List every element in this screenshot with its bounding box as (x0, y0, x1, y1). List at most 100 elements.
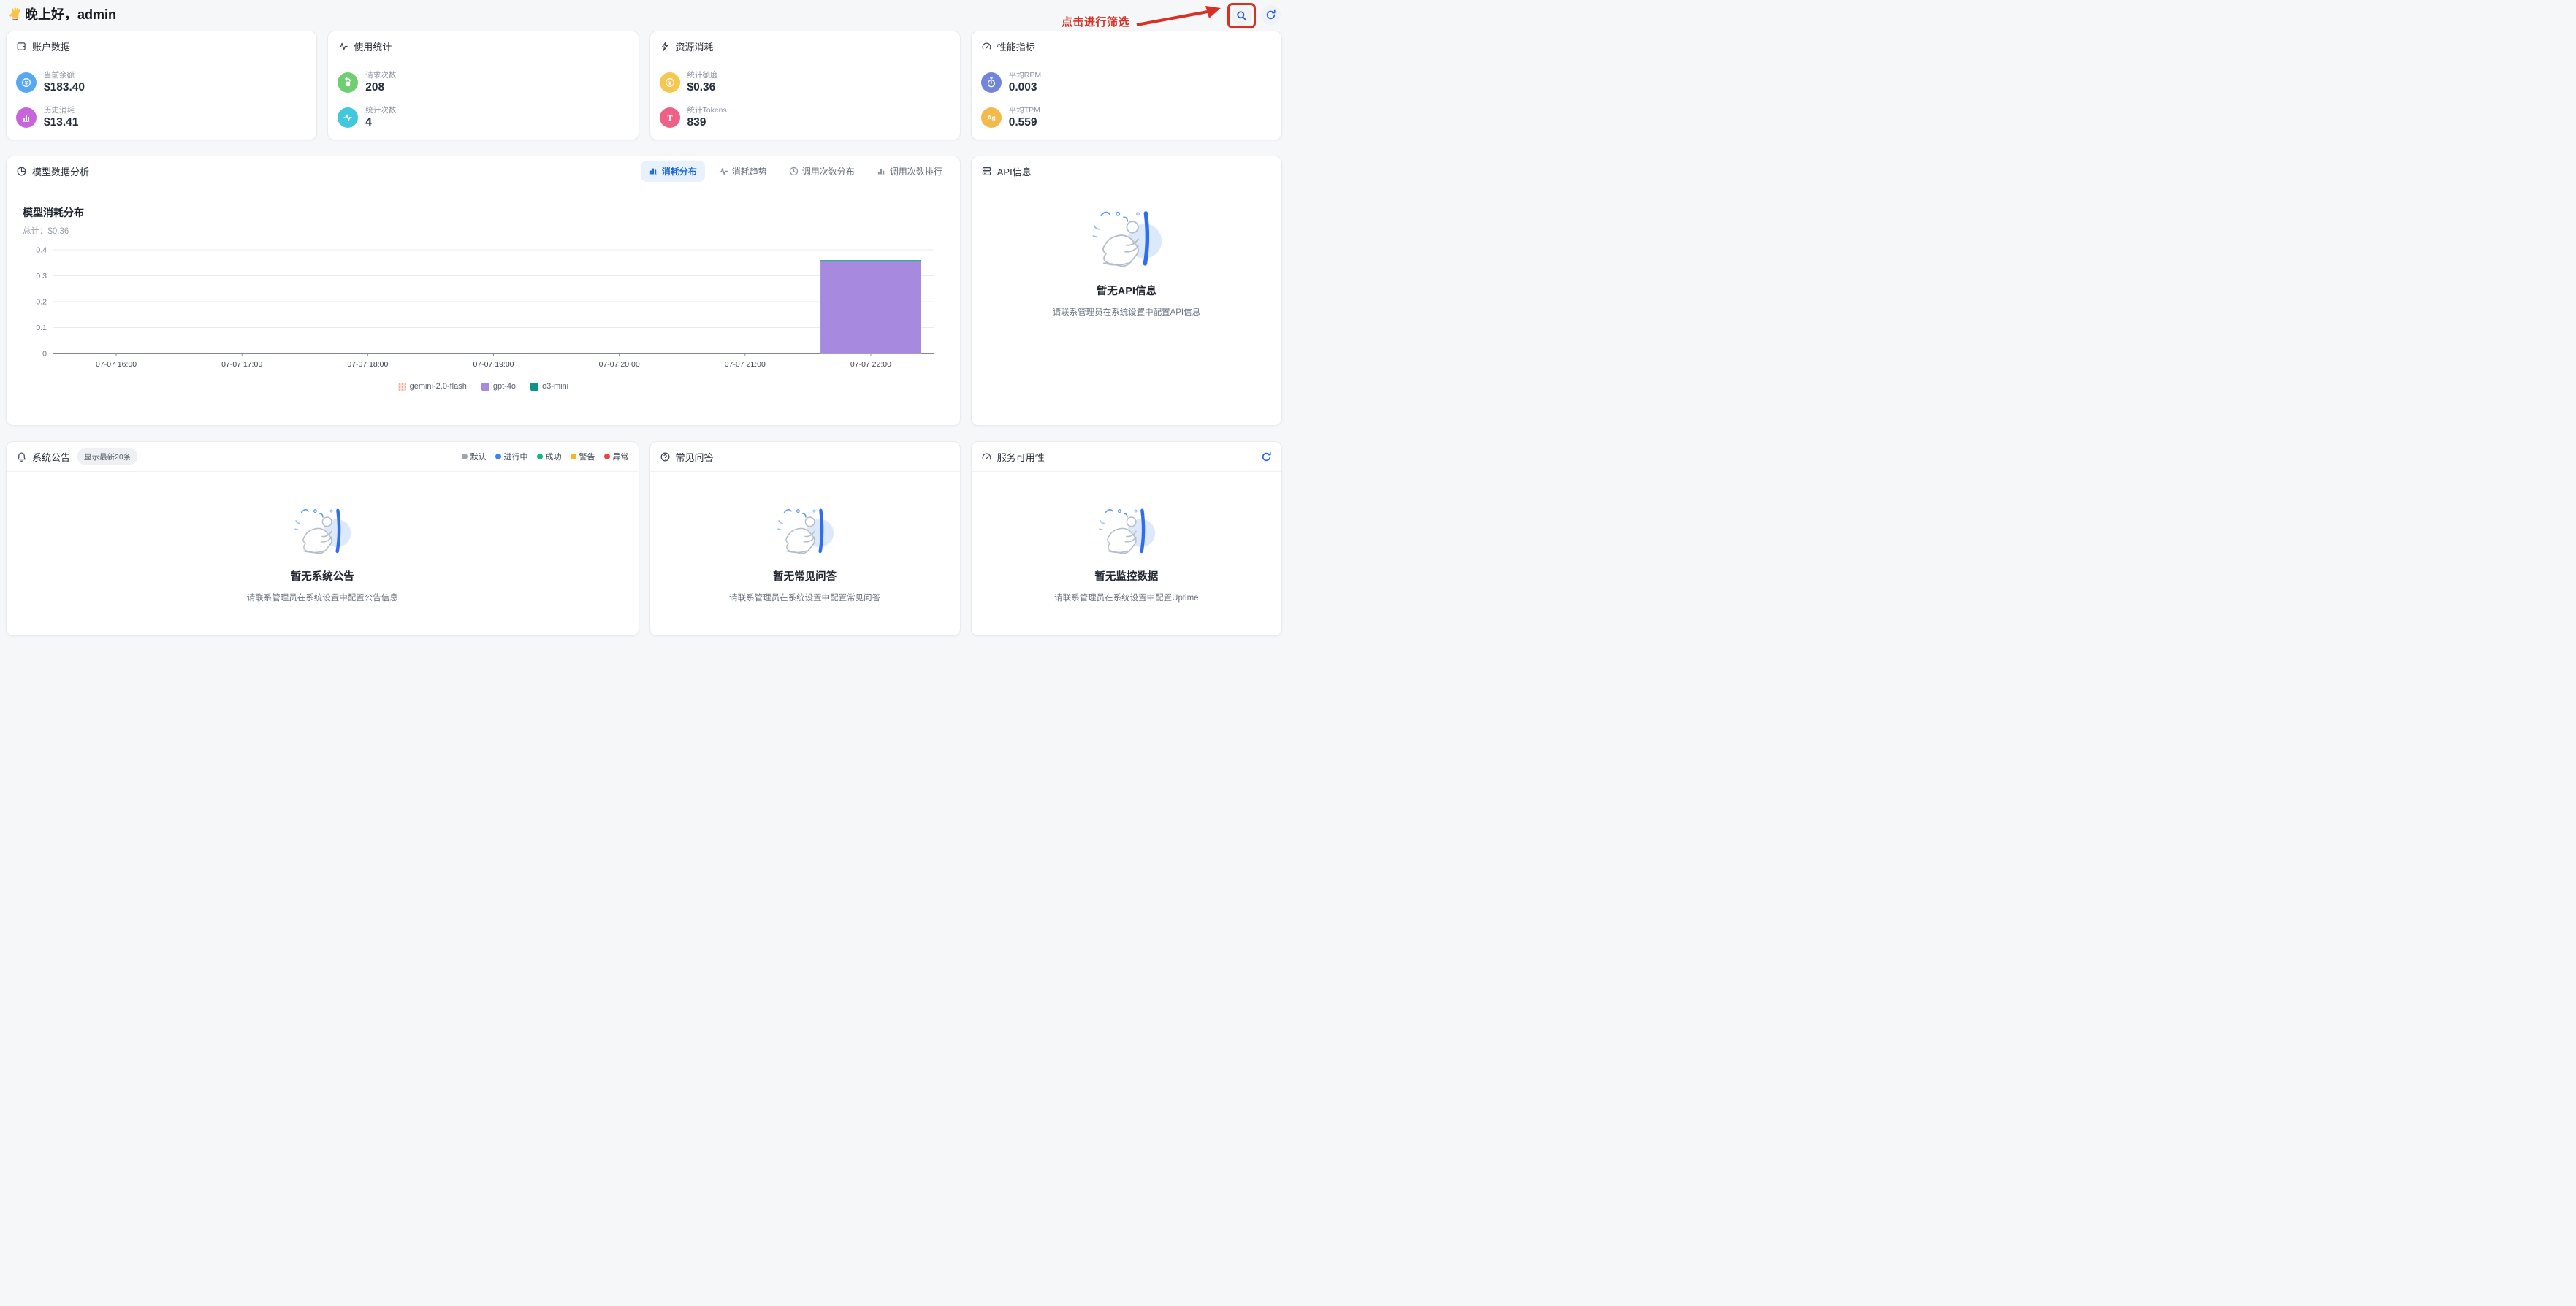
ranking-bars-icon (877, 167, 886, 176)
model-analysis-card: 模型数据分析 消耗分布 消耗趋势 调用次数分布 调用次数排行 (6, 156, 961, 426)
search-button[interactable] (1232, 6, 1251, 26)
pulse-icon (719, 167, 728, 176)
stat-label: 统计Tokens (687, 106, 727, 116)
performance-metrics-card-header: 性能指标 (972, 31, 1281, 61)
empty-state-illustration (287, 504, 357, 558)
uptime-refresh-button[interactable] (1261, 451, 1272, 462)
faq-card: 常见问答 暂无常见问答 请联系管理员在系统设置中配置常见问答 (649, 441, 961, 636)
server-icon (981, 166, 992, 177)
stat-label: 平均RPM (1009, 71, 1041, 81)
gauge-icon (981, 451, 992, 462)
legend-error: 异常 (604, 451, 629, 462)
announcement-status-legend: 默认 进行中 成功 警告 异常 (462, 451, 629, 462)
resource-consumption-card: 资源消耗 ¥ 统计额度 $0.36 T 统计Tokens 839 (649, 31, 961, 140)
stat-quota-used: ¥ 统计额度 $0.36 (660, 71, 950, 93)
stat-history-consumption: 历史消耗 $13.41 (16, 106, 307, 129)
help-circle-icon (660, 451, 671, 462)
stat-value: $183.40 (44, 81, 85, 94)
tab-call-count-ranking[interactable]: 调用次数排行 (869, 161, 950, 182)
tab-call-count-distribution[interactable]: 调用次数分布 (781, 161, 863, 182)
card-title: 系统公告 (32, 450, 70, 464)
chart-legend-item[interactable]: o3-mini (530, 382, 568, 391)
stat-label: 统计次数 (365, 106, 396, 116)
stat-label: 当前余额 (44, 71, 85, 81)
stat-value: 208 (365, 81, 396, 94)
card-title: 使用统计 (354, 39, 392, 53)
svg-text:0.2: 0.2 (36, 298, 47, 307)
chart-legend-item[interactable]: gemini-2.0-flash (398, 382, 467, 391)
status-dot (571, 454, 576, 459)
status-dot (495, 454, 501, 459)
announcements-count-badge: 显示最新20条 (77, 448, 137, 465)
announcements-empty-state: 暂无系统公告 请联系管理员在系统设置中配置公告信息 (247, 504, 398, 604)
empty-state-title: 暂无API信息 (1097, 283, 1156, 298)
legend-swatch (398, 383, 406, 391)
svg-text:¥: ¥ (668, 80, 671, 86)
stat-tokens: T 统计Tokens 839 (660, 106, 950, 129)
chart-subtitle: 总计：$0.36 (23, 225, 944, 237)
svg-text:07-07 22:00: 07-07 22:00 (850, 360, 891, 369)
stat-current-balance: ¥ 当前余额 $183.40 (16, 71, 307, 93)
annotation-arrow-icon (1135, 5, 1222, 28)
svg-text:0.4: 0.4 (36, 246, 47, 255)
pie-chart-icon (16, 166, 27, 177)
account-data-card: 账户数据 ¥ 当前余额 $183.40 历史消耗 $13.41 (6, 31, 317, 140)
lightning-icon (660, 41, 671, 52)
currency-exchange-icon: ¥ (16, 72, 37, 93)
refresh-button[interactable] (1261, 5, 1281, 25)
status-dot (537, 454, 543, 459)
stat-value: $0.36 (687, 81, 718, 94)
request-arrow-icon (338, 72, 358, 93)
refresh-icon (1265, 9, 1276, 20)
legend-label: gemini-2.0-flash (410, 382, 467, 391)
clock-icon (789, 167, 799, 176)
stat-label: 平均TPM (1009, 106, 1040, 116)
empty-state-title: 暂无监控数据 (1094, 568, 1158, 584)
chart-tabs: 消耗分布 消耗趋势 调用次数分布 调用次数排行 (641, 161, 950, 182)
empty-state-description: 请联系管理员在系统设置中配置API信息 (1053, 306, 1201, 318)
topbar-actions: 点击进行筛选 (1062, 3, 1281, 29)
svg-text:T: T (667, 115, 672, 123)
card-title: 资源消耗 (676, 39, 714, 53)
svg-text:Ag: Ag (987, 114, 995, 121)
card-title: 账户数据 (32, 39, 70, 53)
empty-state-illustration (1091, 504, 1162, 558)
faq-empty-state: 暂无常见问答 请联系管理员在系统设置中配置常见问答 (729, 504, 880, 604)
legend-default: 默认 (462, 451, 487, 462)
legend-swatch (481, 383, 489, 391)
bell-icon (16, 451, 27, 462)
card-title: 服务可用性 (997, 450, 1045, 464)
stat-request-count: 请求次数 208 (338, 71, 628, 93)
stat-value: $13.41 (44, 116, 78, 129)
bar-chart-icon (16, 107, 37, 128)
card-title: 模型数据分析 (32, 164, 89, 178)
tab-consumption-trend[interactable]: 消耗趋势 (711, 161, 775, 182)
svg-text:¥: ¥ (25, 80, 28, 86)
wave-emoji-icon (7, 7, 23, 22)
usage-stats-card-header: 使用统计 (328, 31, 638, 61)
chart-legend: gemini-2.0-flash gpt-4o o3-mini (23, 382, 944, 391)
api-info-card: API信息 暂无API信息 请联系管理员在系统设置中配置API信息 (971, 156, 1282, 426)
resource-consumption-card-header: 资源消耗 (650, 31, 960, 61)
tab-consumption-distribution[interactable]: 消耗分布 (641, 161, 705, 182)
pulse-icon (338, 107, 358, 128)
empty-state-title: 暂无常见问答 (773, 568, 837, 584)
legend-success: 成功 (537, 451, 562, 462)
stat-value: 0.003 (1009, 81, 1041, 94)
svg-text:0.1: 0.1 (36, 324, 47, 332)
uptime-empty-state: 暂无监控数据 请联系管理员在系统设置中配置Uptime (1054, 504, 1198, 604)
svg-text:0.3: 0.3 (36, 272, 47, 280)
search-highlight-box (1227, 3, 1256, 28)
legend-label: gpt-4o (493, 382, 516, 391)
chart-legend-item[interactable]: gpt-4o (481, 382, 516, 391)
empty-state-illustration (1083, 205, 1170, 272)
svg-text:0: 0 (42, 350, 47, 359)
status-dot (604, 454, 610, 459)
svg-text:07-07 20:00: 07-07 20:00 (599, 360, 640, 369)
token-t-icon: T (660, 107, 680, 128)
empty-state-description: 请联系管理员在系统设置中配置Uptime (1054, 592, 1198, 603)
svg-text:07-07 19:00: 07-07 19:00 (473, 360, 514, 369)
announcements-card-header: 系统公告 显示最新20条 默认 进行中 成功 警告 异常 (7, 442, 639, 472)
model-consumption-bar-chart: 00.10.20.30.407-07 16:0007-07 17:0007-07… (23, 244, 944, 376)
api-info-card-header: API信息 (972, 156, 1281, 186)
